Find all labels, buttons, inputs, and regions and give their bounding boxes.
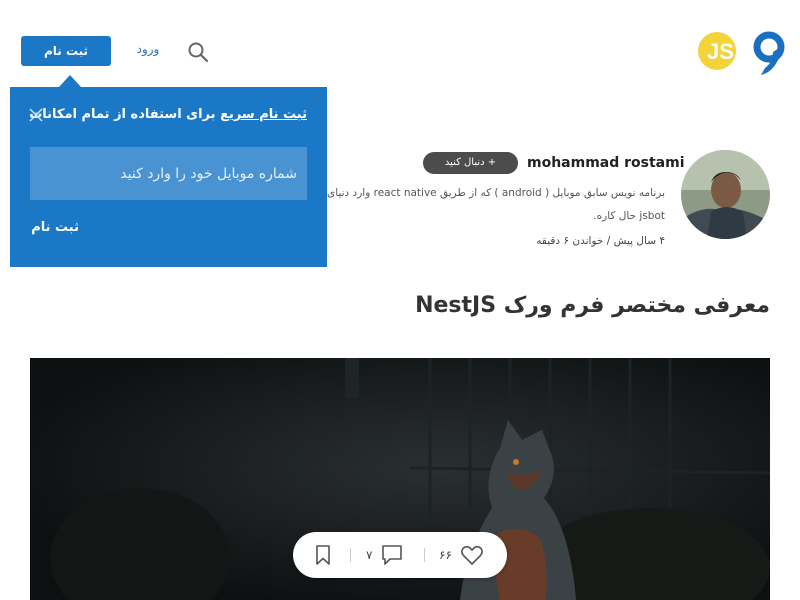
popup-arrow bbox=[59, 75, 81, 87]
author-bio: برنامه نویس سابق موبایل ( android ) که ا… bbox=[327, 187, 665, 222]
comment-count: ۷ bbox=[366, 548, 373, 562]
comment-icon bbox=[382, 545, 403, 565]
post-meta: ۴ سال پیش / خواندن ۶ دقیقه bbox=[536, 235, 665, 247]
logo-icon: JS bbox=[698, 31, 785, 75]
comment-action[interactable]: ۷ bbox=[366, 532, 404, 578]
like-action[interactable]: ۶۶ bbox=[439, 532, 484, 578]
login-link[interactable]: ورود bbox=[130, 42, 166, 56]
separator bbox=[350, 548, 351, 562]
close-icon bbox=[29, 108, 43, 122]
popup-close-button[interactable] bbox=[28, 107, 44, 123]
quick-signup-popup: ثبت نام سریع برای استفاده از تمام امکانا… bbox=[10, 87, 327, 267]
popup-signup-button[interactable]: ثبت نام bbox=[31, 220, 79, 235]
popup-title-highlight: ثبت نام سریع bbox=[220, 107, 307, 122]
site-logo[interactable]: JS bbox=[695, 28, 785, 78]
popup-title: ثبت نام سریع برای استفاده از تمام امکانا… bbox=[29, 107, 307, 122]
avatar-image bbox=[681, 150, 770, 239]
follow-button[interactable]: + دنبال کنید bbox=[423, 152, 518, 174]
heart-icon bbox=[460, 545, 483, 565]
phone-input[interactable] bbox=[30, 147, 307, 200]
post-action-bar: ۶۶ ۷ bbox=[293, 532, 507, 578]
signup-button[interactable]: ثبت نام bbox=[21, 36, 111, 66]
article-title: معرفی مختصر فرم ورک NestJS bbox=[415, 293, 770, 318]
search-icon bbox=[188, 42, 209, 63]
author-name[interactable]: mohammad rostami bbox=[527, 155, 685, 171]
svg-text:JS: JS bbox=[707, 39, 734, 64]
bookmark-action[interactable] bbox=[314, 532, 332, 578]
popup-title-rest: برای استفاده از تمام امکانات bbox=[29, 107, 221, 122]
author-avatar[interactable] bbox=[681, 150, 770, 239]
separator bbox=[424, 548, 425, 562]
like-count: ۶۶ bbox=[439, 548, 452, 562]
bookmark-icon bbox=[316, 545, 330, 565]
search-button[interactable] bbox=[186, 40, 210, 64]
